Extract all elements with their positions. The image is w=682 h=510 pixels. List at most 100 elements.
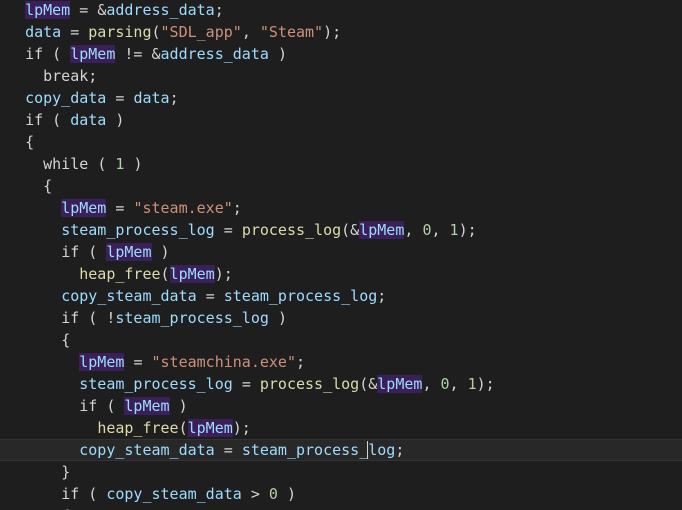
code-punctuation: ( bbox=[151, 23, 161, 41]
code-punctuation bbox=[269, 309, 278, 327]
code-punctuation bbox=[7, 397, 79, 415]
code-punctuation bbox=[7, 353, 79, 371]
keyword: while bbox=[43, 155, 89, 173]
code-punctuation: = bbox=[70, 23, 80, 41]
code-punctuation bbox=[142, 45, 151, 63]
identifier: steam_process_log bbox=[61, 221, 215, 239]
code-punctuation bbox=[7, 375, 79, 393]
code-line[interactable]: steam_process_log = process_log(&lpMem, … bbox=[0, 219, 682, 241]
function-name: process_log bbox=[241, 221, 342, 239]
code-line[interactable]: lpMem = "steamchina.exe"; bbox=[0, 351, 682, 373]
code-line[interactable]: steam_process_log = process_log(&lpMem, … bbox=[0, 373, 682, 395]
function-name: heap_free bbox=[97, 419, 179, 437]
code-punctuation: ( bbox=[88, 309, 98, 327]
code-line[interactable]: if ( lpMem ) bbox=[0, 395, 682, 417]
code-line[interactable]: { bbox=[0, 175, 682, 197]
code-punctuation: ; bbox=[395, 441, 405, 459]
code-punctuation bbox=[97, 243, 106, 261]
string-literal: "Steam" bbox=[259, 23, 324, 41]
code-line[interactable]: copy_steam_data = steam_process_log; bbox=[0, 439, 682, 461]
identifier: address_data bbox=[106, 1, 215, 19]
highlighted-identifier: lpMem bbox=[79, 353, 125, 371]
code-line[interactable]: data = parsing("SDL_app", "Steam"); bbox=[0, 21, 682, 43]
code-line[interactable]: heap_free(lpMem); bbox=[0, 417, 682, 439]
code-punctuation: & bbox=[151, 45, 161, 63]
highlighted-identifier: lpMem bbox=[187, 419, 233, 437]
code-punctuation bbox=[43, 111, 52, 129]
code-line[interactable]: break; bbox=[0, 65, 682, 87]
code-punctuation bbox=[7, 485, 61, 503]
code-line[interactable]: if ( lpMem ) bbox=[0, 241, 682, 263]
code-punctuation: = bbox=[241, 375, 251, 393]
string-literal: "steam.exe" bbox=[133, 199, 233, 217]
code-punctuation: ) bbox=[160, 243, 170, 261]
code-punctuation bbox=[79, 23, 88, 41]
highlighted-identifier: lpMem bbox=[359, 221, 405, 239]
code-line[interactable]: } bbox=[0, 461, 682, 483]
code-punctuation bbox=[97, 309, 106, 327]
code-punctuation: { bbox=[43, 177, 53, 195]
code-punctuation: , bbox=[449, 375, 459, 393]
keyword: if bbox=[61, 243, 80, 261]
identifier: data bbox=[133, 89, 170, 107]
code-punctuation: ) bbox=[133, 155, 143, 173]
identifier: copy_steam_data bbox=[61, 287, 197, 305]
code-punctuation: } bbox=[61, 463, 71, 481]
code-punctuation: != bbox=[124, 45, 143, 63]
code-line[interactable]: lpMem = "steam.exe"; bbox=[0, 197, 682, 219]
code-punctuation bbox=[61, 111, 70, 129]
identifier: steam_process_log bbox=[115, 309, 269, 327]
code-punctuation bbox=[7, 243, 61, 261]
code-line[interactable]: lpMem = &address_data; bbox=[0, 0, 682, 21]
code-line[interactable]: if ( lpMem != &address_data ) bbox=[0, 43, 682, 65]
highlighted-identifier: lpMem bbox=[25, 1, 71, 19]
code-punctuation: & bbox=[97, 1, 107, 19]
code-punctuation bbox=[233, 375, 242, 393]
identifier: steam_process_log bbox=[223, 287, 378, 305]
code-punctuation bbox=[97, 397, 106, 415]
code-punctuation bbox=[7, 23, 25, 41]
number-literal: 0 bbox=[440, 375, 450, 393]
code-punctuation bbox=[79, 309, 88, 327]
code-punctuation bbox=[61, 45, 70, 63]
code-punctuation: ( bbox=[52, 111, 62, 129]
code-line[interactable]: if ( data ) bbox=[0, 109, 682, 131]
code-line[interactable]: copy_data = data; bbox=[0, 87, 682, 109]
code-punctuation bbox=[441, 221, 450, 239]
identifier: data bbox=[70, 111, 107, 129]
keyword: if bbox=[61, 485, 80, 503]
code-line[interactable]: { bbox=[0, 131, 682, 153]
code-editor[interactable]: lpMem = &address_data; data = parsing("S… bbox=[0, 0, 682, 510]
code-line[interactable]: copy_steam_data = steam_process_log; bbox=[0, 285, 682, 307]
code-punctuation bbox=[215, 221, 224, 239]
code-punctuation: ); bbox=[476, 375, 495, 393]
highlighted-identifier: lpMem bbox=[106, 243, 152, 261]
code-line[interactable]: heap_free(lpMem); bbox=[0, 263, 682, 285]
code-line[interactable]: if ( !steam_process_log ) bbox=[0, 307, 682, 329]
keyword: if bbox=[79, 397, 98, 415]
code-punctuation: ); bbox=[458, 221, 477, 239]
code-punctuation: , bbox=[431, 221, 441, 239]
code-line[interactable]: { bbox=[0, 505, 682, 510]
code-punctuation bbox=[142, 353, 151, 371]
function-name: heap_free bbox=[79, 265, 161, 283]
code-punctuation bbox=[79, 485, 88, 503]
code-line[interactable]: if ( copy_steam_data > 0 ) bbox=[0, 483, 682, 505]
code-punctuation bbox=[97, 485, 106, 503]
code-punctuation: { bbox=[25, 133, 35, 151]
code-punctuation: = bbox=[223, 441, 233, 459]
keyword: break bbox=[43, 67, 89, 85]
code-punctuation: = bbox=[79, 1, 89, 19]
code-punctuation bbox=[251, 375, 260, 393]
number-literal: 1 bbox=[449, 221, 459, 239]
code-punctuation bbox=[233, 441, 242, 459]
highlighted-identifier: lpMem bbox=[377, 375, 423, 393]
code-punctuation: ; bbox=[296, 353, 306, 371]
code-line[interactable]: while ( 1 ) bbox=[0, 153, 682, 175]
code-punctuation bbox=[215, 287, 224, 305]
code-line[interactable]: { bbox=[0, 329, 682, 351]
identifier: copy_steam_data bbox=[106, 485, 242, 503]
code-punctuation: > bbox=[250, 485, 260, 503]
code-punctuation bbox=[260, 485, 269, 503]
code-punctuation bbox=[7, 463, 61, 481]
